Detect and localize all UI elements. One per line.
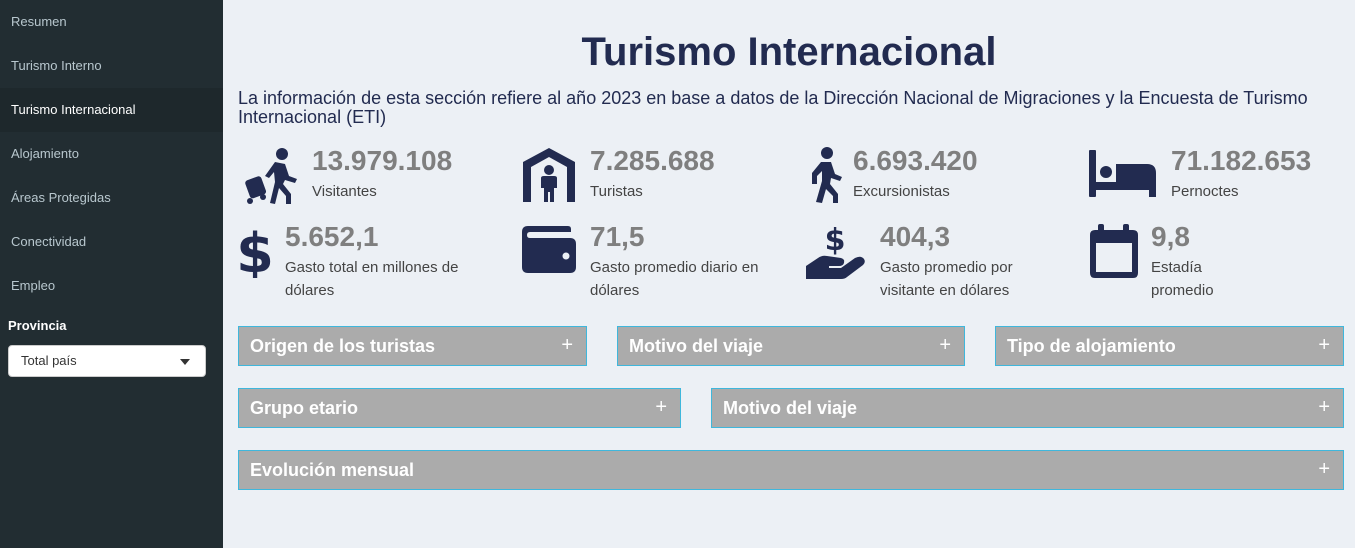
box-title: Motivo del viaje — [629, 336, 764, 356]
stat-label: Excursionistas — [853, 183, 950, 200]
svg-text:$: $ — [825, 223, 846, 258]
stat-value: 7.285.688 — [590, 145, 715, 176]
bed-icon — [1089, 146, 1157, 203]
svg-text:$: $ — [238, 222, 272, 278]
stat-label: Gasto promedio diario en dólares — [590, 259, 759, 299]
stat-value: 71.182.653 — [1171, 145, 1312, 176]
stat-label: Visitantes — [312, 183, 377, 200]
sidebar: Resumen Turismo Interno Turismo Internac… — [0, 0, 223, 548]
plus-icon[interactable]: + — [655, 389, 667, 425]
stat-value: 71,5 — [590, 221, 645, 252]
person-walking-luggage-icon — [241, 146, 299, 211]
box-origen-turistas[interactable]: Origen de los turistas + — [238, 326, 587, 366]
stat-label: Gasto promedio por visitante en dólares — [880, 259, 1013, 299]
wallet-icon — [521, 222, 577, 279]
box-title: Motivo del viaje — [723, 398, 858, 418]
plus-icon[interactable]: + — [1318, 451, 1330, 487]
sidebar-item-turismo-internacional[interactable]: Turismo Internacional — [0, 88, 223, 132]
person-walking-icon — [805, 146, 843, 209]
province-label: Provincia — [8, 318, 67, 333]
stat-label: Pernoctes — [1171, 183, 1239, 200]
box-title: Origen de los turistas — [250, 336, 436, 356]
page-title: Turismo Internacional — [581, 30, 997, 74]
hand-holding-dollar-icon: $ — [805, 222, 867, 285]
page-subtitle: La información de esta sección refiere a… — [238, 88, 1308, 127]
stat-value: 13.979.108 — [312, 145, 453, 176]
box-grupo-etario[interactable]: Grupo etario + — [238, 388, 681, 428]
box-tipo-alojamiento[interactable]: Tipo de alojamiento + — [995, 326, 1344, 366]
stat-value: 404,3 — [880, 221, 951, 252]
stat-value: 9,8 — [1151, 221, 1190, 252]
sidebar-item-resumen[interactable]: Resumen — [0, 0, 223, 44]
caret-down-icon — [180, 359, 190, 365]
plus-icon[interactable]: + — [1318, 327, 1330, 363]
stat-label: Turistas — [590, 183, 643, 200]
dollar-sign-icon: $ — [236, 222, 274, 285]
box-title: Evolución mensual — [250, 460, 415, 480]
calendar-icon — [1089, 222, 1139, 285]
sidebar-item-turismo-interno[interactable]: Turismo Interno — [0, 44, 223, 88]
stat-value: 6.693.420 — [853, 145, 978, 176]
sidebar-item-alojamiento[interactable]: Alojamiento — [0, 132, 223, 176]
province-select-value: Total país — [21, 353, 77, 368]
box-title: Tipo de alojamiento — [1007, 336, 1176, 356]
stat-label: Estadía promedio — [1151, 259, 1214, 299]
plus-icon[interactable]: + — [561, 327, 573, 363]
box-motivo-viaje-2[interactable]: Motivo del viaje + — [711, 388, 1344, 428]
sidebar-item-areas-protegidas[interactable]: Áreas Protegidas — [0, 176, 223, 220]
person-shelter-icon — [521, 146, 577, 209]
sidebar-item-conectividad[interactable]: Conectividad — [0, 220, 223, 264]
stat-value: 5.652,1 — [285, 221, 379, 252]
box-motivo-viaje[interactable]: Motivo del viaje + — [617, 326, 965, 366]
province-select[interactable]: Total país — [8, 345, 206, 377]
main-content: Turismo Internacional La información de … — [223, 0, 1355, 548]
plus-icon[interactable]: + — [1318, 389, 1330, 425]
box-evolucion-mensual[interactable]: Evolución mensual + — [238, 450, 1344, 490]
plus-icon[interactable]: + — [939, 327, 951, 363]
box-title: Grupo etario — [250, 398, 359, 418]
sidebar-item-empleo[interactable]: Empleo — [0, 264, 223, 308]
stat-label: Gasto total en millones de dólares — [285, 259, 459, 299]
